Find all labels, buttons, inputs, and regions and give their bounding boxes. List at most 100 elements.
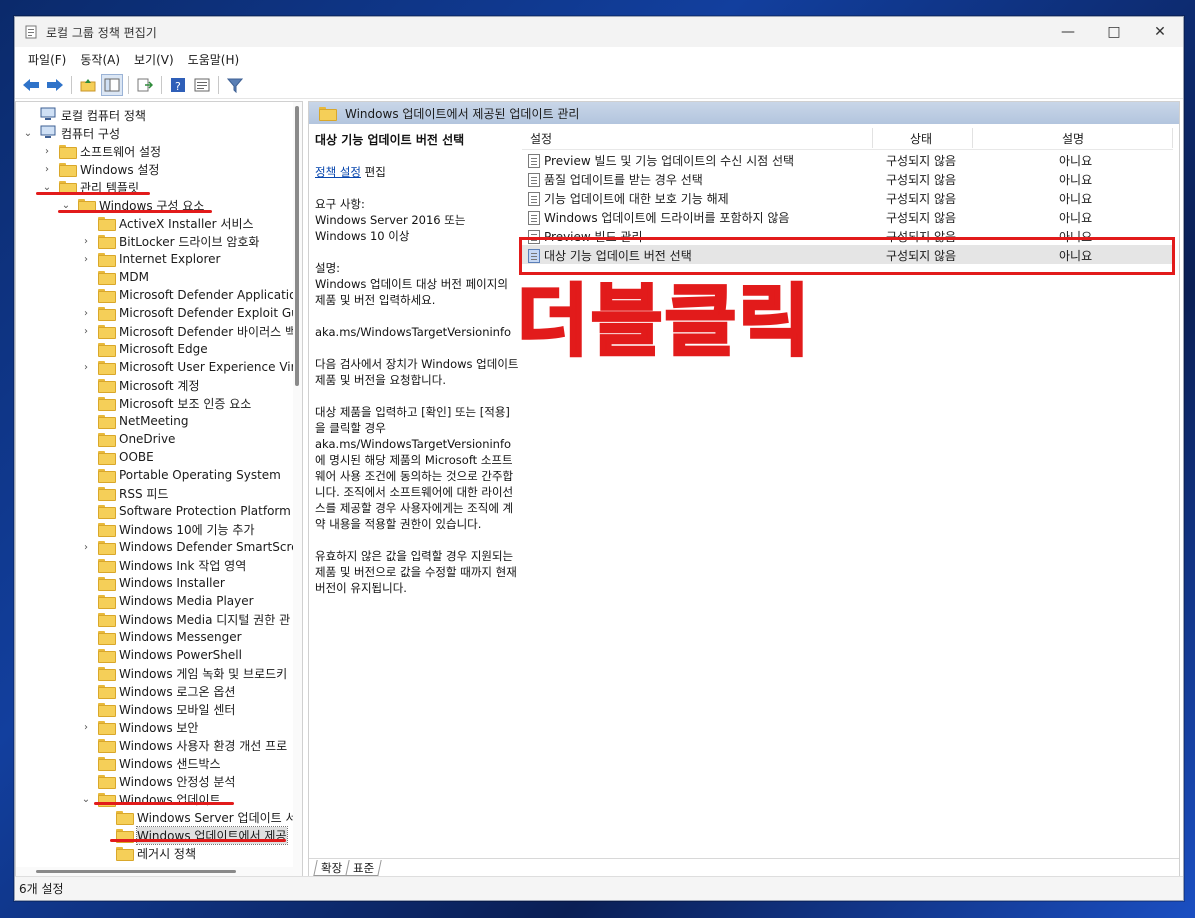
chevron-down-icon[interactable]: ⌄ [80, 794, 92, 805]
tree-node[interactable]: ⌄ Windows 업데이트 [80, 790, 221, 808]
column-header-setting[interactable]: 설정 [530, 130, 552, 147]
tree-node-label: RSS 피드 [119, 486, 169, 501]
chevron-down-icon[interactable]: ⌄ [22, 128, 34, 139]
filter-icon[interactable] [224, 74, 246, 96]
chevron-right-icon[interactable]: › [80, 722, 92, 733]
chevron-down-icon[interactable]: ⌄ [60, 200, 72, 211]
tab-extended[interactable]: 확장 [313, 860, 350, 876]
policy-icon [528, 172, 540, 187]
tree-node[interactable]: Windows Ink 작업 영역 [80, 556, 246, 574]
policy-name: 품질 업데이트를 받는 경우 선택 [544, 173, 703, 187]
tree-node[interactable]: › Windows Defender SmartScreen [80, 538, 302, 556]
menu-action[interactable]: 동작(A) [73, 49, 127, 70]
chevron-right-icon[interactable]: › [80, 254, 92, 265]
show-hide-tree-icon[interactable] [101, 73, 123, 96]
chevron-right-icon[interactable]: › [80, 362, 92, 373]
computer-icon [40, 107, 56, 124]
computer-icon [40, 125, 56, 142]
properties-icon[interactable] [191, 74, 213, 96]
chevron-right-icon[interactable]: › [80, 326, 92, 337]
folder-icon [98, 379, 116, 393]
menu-view[interactable]: 보기(V) [127, 49, 181, 70]
tree-node[interactable]: Software Protection Platform [80, 502, 291, 520]
folder-icon [98, 703, 116, 717]
folder-icon [98, 307, 116, 321]
chevron-down-icon[interactable]: ⌄ [41, 182, 53, 193]
tree-node[interactable]: › Microsoft Defender Exploit Gua [80, 304, 303, 322]
tree-node[interactable]: Portable Operating System [80, 466, 281, 484]
policy-row[interactable]: Preview 빌드 및 기능 업데이트의 수신 시점 선택 구성되지 않음 아니요 [522, 150, 1173, 169]
folder-icon [98, 451, 116, 465]
tree-node[interactable]: Microsoft Defender Application [80, 286, 302, 304]
minimize-button[interactable]: — [1045, 17, 1091, 47]
tab-standard[interactable]: 표준 [345, 860, 383, 876]
tree-node[interactable]: Windows 모바일 센터 [80, 700, 235, 718]
column-header-state[interactable]: 상태 [910, 130, 932, 147]
menu-help[interactable]: 도움말(H) [181, 49, 247, 70]
tree-node[interactable]: OOBE [80, 448, 154, 466]
tree-node[interactable]: 로컬 컴퓨터 정책 [22, 106, 146, 124]
chevron-right-icon[interactable]: › [41, 146, 53, 157]
tree-node[interactable]: Windows Media 디지털 권한 관 [80, 610, 290, 628]
policy-row[interactable]: 품질 업데이트를 받는 경우 선택 구성되지 않음 아니요 [522, 169, 1173, 188]
tree-node[interactable]: MDM [80, 268, 149, 286]
up-folder-icon[interactable] [77, 74, 99, 96]
folder-icon [98, 325, 116, 339]
tree-node[interactable]: › Windows 보안 [80, 718, 198, 736]
tree-node[interactable]: ⌄ 컴퓨터 구성 [22, 124, 120, 142]
tree-node[interactable]: 레거시 정책 [98, 844, 196, 862]
chevron-right-icon[interactable]: › [80, 236, 92, 247]
tree-node-label: Microsoft Defender Exploit Gua [119, 306, 303, 320]
edit-policy-link[interactable]: 정책 설정 [315, 165, 361, 179]
chevron-right-icon[interactable]: › [41, 164, 53, 175]
policy-row[interactable]: 대상 기능 업데이트 버전 선택 구성되지 않음 아니요 [522, 245, 1173, 264]
tree-node[interactable]: Windows 샌드박스 [80, 754, 221, 772]
column-header-note[interactable]: 설명 [1062, 130, 1084, 147]
tree-vertical-scrollbar[interactable] [293, 102, 302, 876]
export-list-icon[interactable] [134, 74, 156, 96]
chevron-right-icon[interactable]: › [80, 308, 92, 319]
tree-node[interactable]: Windows 10에 기능 추가 [80, 520, 254, 538]
policy-state: 구성되지 않음 [886, 230, 957, 244]
tree-node[interactable]: Windows 사용자 환경 개선 프로 [80, 736, 287, 754]
tree-node[interactable]: Microsoft 보조 인증 요소 [80, 394, 251, 412]
tree-horizontal-scrollbar[interactable] [16, 867, 302, 876]
tree-node[interactable]: Microsoft Edge [80, 340, 208, 358]
folder-icon [98, 487, 116, 501]
tree-node[interactable]: Windows 게임 녹화 및 브로드키 [80, 664, 287, 682]
tree-node[interactable]: › Microsoft User Experience Virtu [80, 358, 302, 376]
menu-file[interactable]: 파일(F) [21, 49, 73, 70]
tree-node[interactable]: Microsoft 계정 [80, 376, 200, 394]
tree-node[interactable]: › Windows 설정 [41, 160, 159, 178]
help-icon[interactable]: ? [167, 74, 189, 96]
back-arrow-icon[interactable] [20, 74, 42, 96]
tree-node[interactable]: Windows 로그온 옵션 [80, 682, 235, 700]
status-text: 6개 설정 [19, 882, 64, 896]
tree-node[interactable]: › 소프트웨어 설정 [41, 142, 161, 160]
tree-node[interactable]: Windows Installer [80, 574, 225, 592]
tree-node[interactable]: › BitLocker 드라이브 암호화 [80, 232, 259, 250]
policy-row[interactable]: Windows 업데이트에 드라이버를 포함하지 않음 구성되지 않음 아니요 [522, 207, 1173, 226]
policy-row[interactable]: Preview 빌드 관리 구성되지 않음 아니요 [522, 226, 1173, 245]
folder-icon [98, 721, 116, 735]
tree-node[interactable]: ActiveX Installer 서비스 [80, 214, 254, 232]
tree-node[interactable]: › Microsoft Defender 바이러스 백 [80, 322, 296, 340]
folder-icon [98, 361, 116, 375]
folder-icon [98, 271, 116, 285]
forward-arrow-icon[interactable] [44, 74, 66, 96]
tree-node[interactable]: Windows Media Player [80, 592, 254, 610]
tree-node[interactable]: › Internet Explorer [80, 250, 220, 268]
chevron-right-icon[interactable]: › [80, 542, 92, 553]
policy-row[interactable]: 기능 업데이트에 대한 보호 기능 해제 구성되지 않음 아니요 [522, 188, 1173, 207]
tree-node[interactable]: Windows Messenger [80, 628, 242, 646]
gpedit-window: 로컬 그룹 정책 편집기 — □ ✕ 파일(F) 동작(A) 보기(V) 도움말… [14, 16, 1184, 901]
tree-node[interactable]: OneDrive [80, 430, 175, 448]
tree-node[interactable]: NetMeeting [80, 412, 188, 430]
tree-node[interactable]: RSS 피드 [80, 484, 168, 502]
tree-node[interactable]: Windows PowerShell [80, 646, 242, 664]
tree-node[interactable]: Windows 안정성 분석 [80, 772, 235, 790]
close-button[interactable]: ✕ [1137, 17, 1183, 47]
maximize-button[interactable]: □ [1091, 17, 1137, 47]
toolbar: ? [15, 71, 1183, 99]
tree-node[interactable]: Windows Server 업데이트 서 [98, 808, 297, 826]
